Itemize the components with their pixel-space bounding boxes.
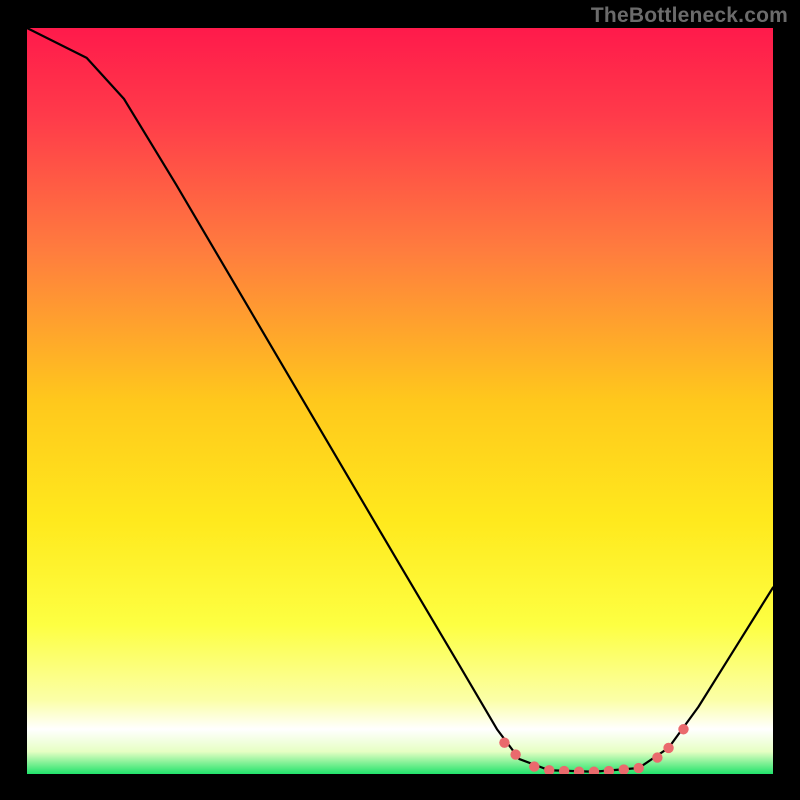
chart-plot — [27, 28, 773, 774]
chart-frame: TheBottleneck.com — [0, 0, 800, 800]
watermark-text: TheBottleneck.com — [591, 4, 788, 28]
chart-svg — [27, 28, 773, 774]
